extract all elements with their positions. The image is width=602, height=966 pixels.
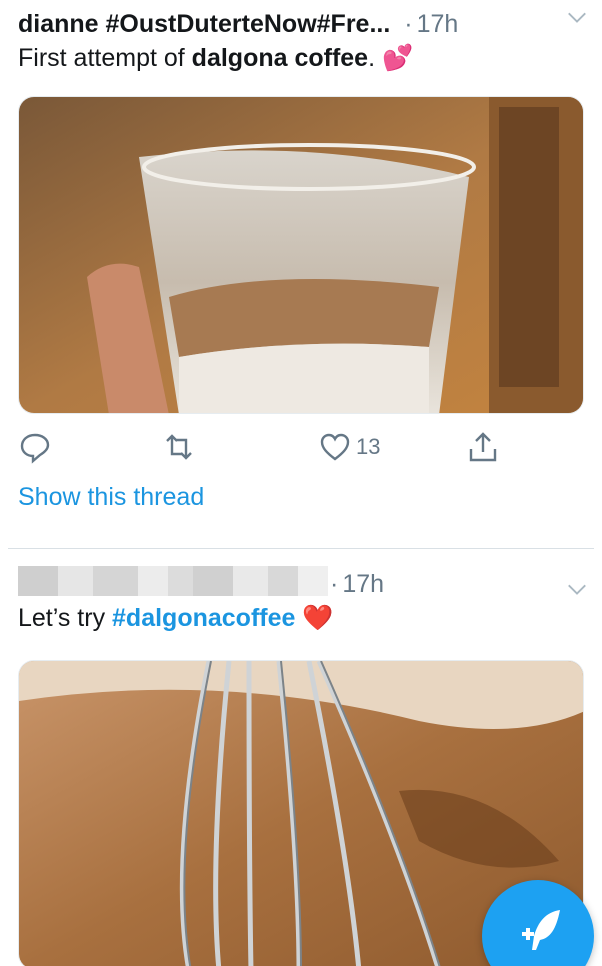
share-icon [469,432,497,462]
emoji: 💕 [382,44,414,72]
compose-tweet-icon [522,910,560,950]
separator-dot: · [330,569,339,598]
reply-button[interactable] [18,430,52,464]
tweet-divider [8,548,594,549]
emoji: ❤️ [302,604,334,632]
chevron-down-icon[interactable] [566,6,588,28]
reply-icon [20,433,50,464]
tweet-header: dianne #OustDuterteNow#Fre... · 17h [18,6,584,42]
tweet-image[interactable] [18,96,584,414]
redacted-author [18,566,328,596]
like-button[interactable]: 13 [318,430,380,464]
tweet-actions: 13 [0,430,602,470]
share-button[interactable] [466,430,500,464]
retweet-icon [166,434,192,460]
timestamp[interactable]: 17h [417,10,459,39]
dalgona-glass-photo-icon [19,97,583,413]
tweet-header: · 17h [330,566,584,602]
author-name[interactable]: dianne #OustDuterteNow#Fre... [18,10,390,39]
tweet-text: First attempt of dalgona coffee. 💕 [18,44,414,72]
chevron-down-icon[interactable] [566,578,588,600]
like-icon [320,433,350,461]
hashtag-link[interactable]: #dalgonacoffee [112,604,295,632]
show-thread-link[interactable]: Show this thread [18,483,204,512]
like-count: 13 [356,434,381,459]
timestamp[interactable]: 17h [342,570,384,599]
retweet-button[interactable] [162,430,196,464]
separator-dot: · [404,9,413,38]
tweet-text: Let’s try #dalgonacoffee ❤️ [18,604,334,632]
